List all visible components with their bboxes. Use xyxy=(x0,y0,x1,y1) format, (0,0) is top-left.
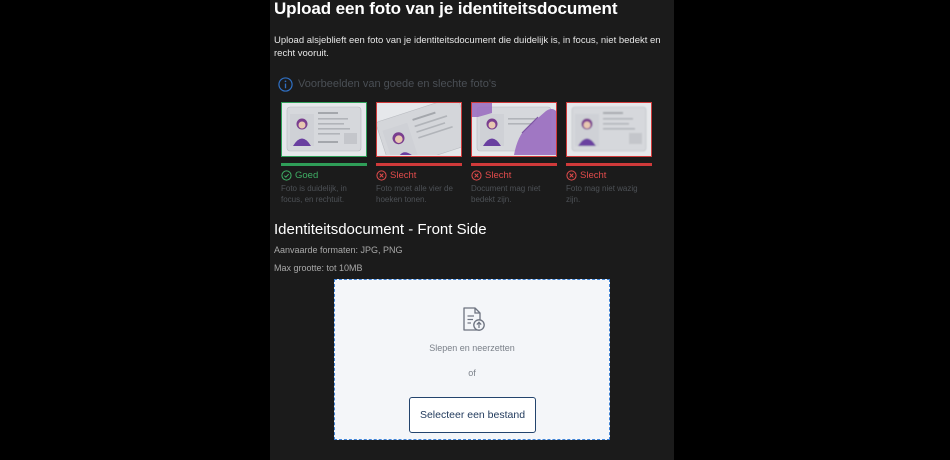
status-bar xyxy=(281,163,367,166)
drag-drop-text: Slepen en neerzetten xyxy=(429,343,515,353)
status-bar xyxy=(376,163,462,166)
example-description: Document mag niet bedekt zijn. xyxy=(471,183,541,204)
example-bad-corners: Slecht Foto moet alle vier de hoeken ton… xyxy=(376,102,462,205)
id-card-image xyxy=(377,103,461,156)
status-text: Goed xyxy=(295,169,319,181)
file-upload-icon xyxy=(463,307,485,331)
document-title: Identiteitsdocument - Front Side xyxy=(274,221,487,238)
status-text: Slecht xyxy=(580,169,607,181)
status-text: Slecht xyxy=(485,169,512,181)
info-icon xyxy=(278,76,293,92)
status-label: Slecht xyxy=(376,170,462,181)
example-thumbnail xyxy=(566,102,652,157)
x-circle-icon xyxy=(376,169,387,181)
example-description: Foto is duidelijk, in focus, en rechtuit… xyxy=(281,183,347,204)
examples-label: Voorbeelden van goede en slechte foto's xyxy=(298,78,497,90)
status-bar xyxy=(471,163,557,166)
intro-text: Upload alsjeblieft een foto van je ident… xyxy=(274,35,661,59)
page-title: Upload een foto van je identiteitsdocume… xyxy=(274,0,618,18)
id-card-image xyxy=(472,103,556,155)
example-bad-blurry: Slecht Foto mag niet wazig zijn. xyxy=(566,102,652,205)
accepted-formats: Aanvaarde formaten: JPG, PNG xyxy=(274,245,403,255)
example-description: Foto mag niet wazig zijn. xyxy=(566,183,638,204)
example-good: Goed Foto is duidelijk, in focus, en rec… xyxy=(281,102,367,205)
file-dropzone[interactable]: Slepen en neerzetten of Selecteer een be… xyxy=(334,279,610,440)
status-bar xyxy=(566,163,652,166)
max-size: Max grootte: tot 10MB xyxy=(274,263,363,273)
x-circle-icon xyxy=(566,169,577,181)
check-circle-icon xyxy=(281,169,292,181)
example-thumbnail xyxy=(376,102,462,157)
status-label: Goed xyxy=(281,170,367,181)
upload-panel: Upload een foto van je identiteitsdocume… xyxy=(270,0,674,460)
select-file-button[interactable]: Selecteer een bestand xyxy=(409,397,536,433)
or-text: of xyxy=(468,368,476,378)
x-circle-icon xyxy=(471,169,482,181)
example-description: Foto moet alle vier de hoeken tonen. xyxy=(376,183,453,204)
status-label: Slecht xyxy=(566,170,652,181)
example-thumbnail xyxy=(281,102,367,157)
id-card-image xyxy=(282,103,366,155)
status-text: Slecht xyxy=(390,169,417,181)
examples-header: Voorbeelden van goede en slechte foto's xyxy=(278,76,496,92)
id-card-image xyxy=(567,103,651,155)
status-label: Slecht xyxy=(471,170,557,181)
example-bad-covered: Slecht Document mag niet bedekt zijn. xyxy=(471,102,557,205)
example-thumbnail xyxy=(471,102,557,157)
